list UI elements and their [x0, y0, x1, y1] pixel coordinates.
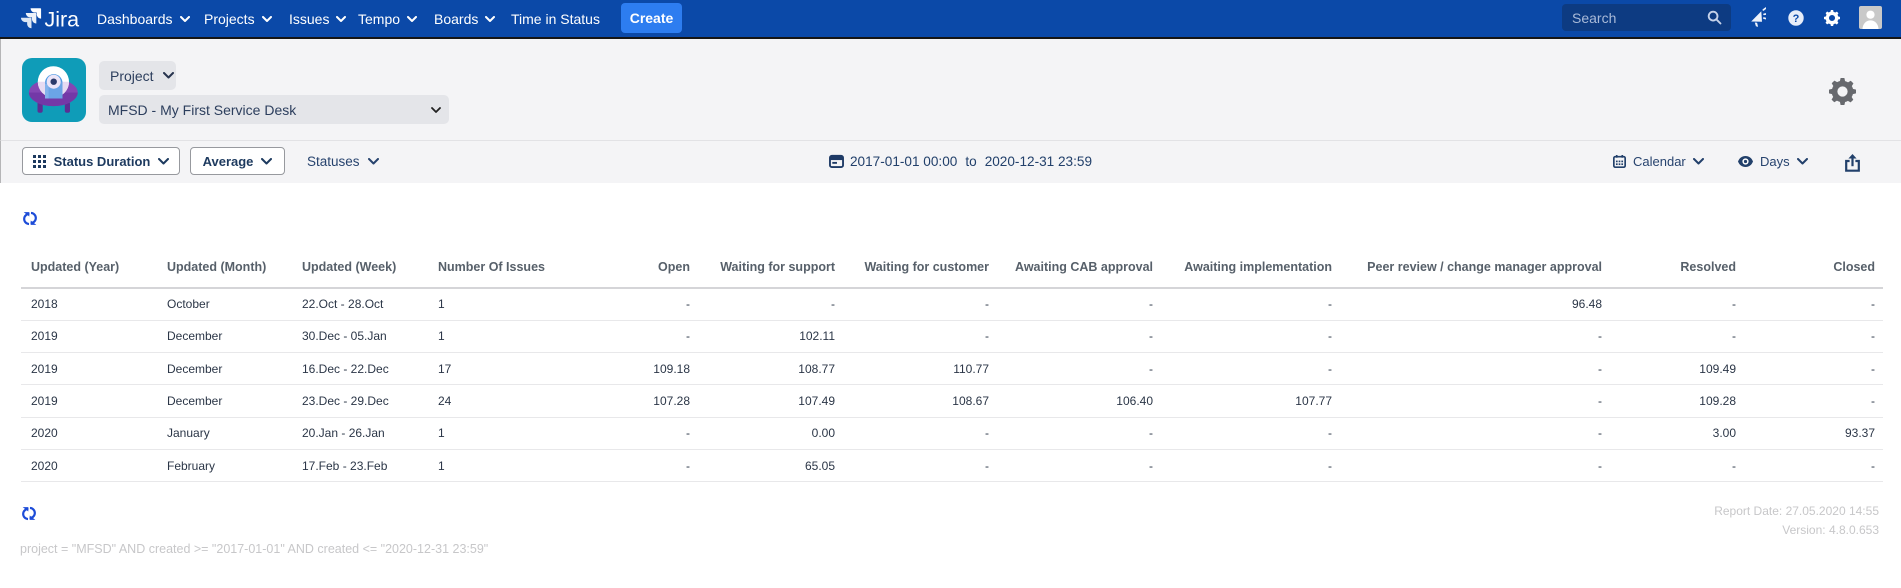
svg-text:Jira: Jira [45, 8, 80, 32]
svg-text:?: ? [1793, 13, 1800, 25]
